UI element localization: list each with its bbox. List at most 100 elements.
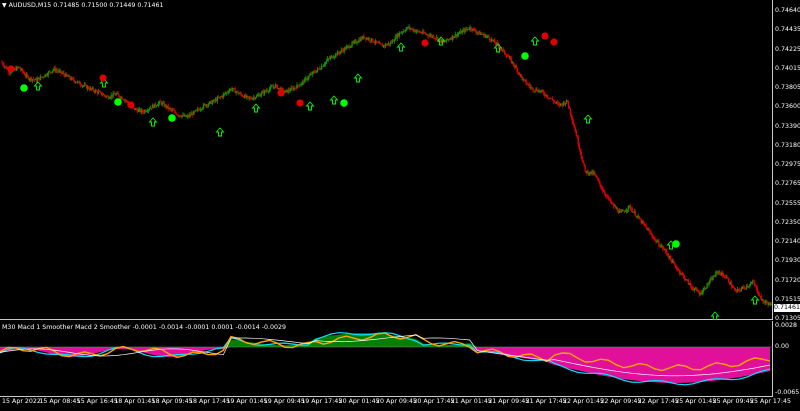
candle-body [200, 109, 203, 110]
buy-arrow-icon [396, 42, 406, 52]
buy-signal-icon [672, 240, 680, 248]
sell-signal-icon [296, 99, 304, 107]
candle-body [375, 40, 378, 43]
candle-body [580, 152, 582, 157]
candle-body [754, 284, 756, 286]
candle-body [109, 97, 111, 99]
candle-body [581, 156, 583, 161]
candle-body [674, 264, 677, 267]
candle-body [46, 75, 48, 76]
candle-body [702, 289, 704, 293]
time-tick-label: 21 Apr 17:45 [525, 398, 567, 405]
macd-positive-area [0, 333, 770, 347]
chart-title: ▼ AUDUSD,M15 0.71485 0.71500 0.71449 0.7… [2, 2, 164, 9]
candle-body [644, 224, 646, 227]
sell-signal-icon [277, 89, 285, 97]
candle-body [569, 108, 572, 114]
candle-body [393, 40, 396, 42]
price-axis[interactable]: 0.74640 0.74435 0.74225 0.74015 0.73805 0.736… [774, 0, 800, 397]
candle-body [520, 74, 522, 77]
chart-menu-triangle-icon[interactable]: ▼ [2, 2, 7, 9]
candle-body [458, 33, 460, 34]
candle-body [372, 38, 374, 42]
candle-body [211, 101, 214, 104]
candle-body [222, 94, 224, 98]
candle-body [252, 98, 254, 100]
candle-body [247, 95, 249, 97]
time-tick-label: 15 Apr 2022 [2, 398, 41, 405]
candle-body [237, 91, 239, 94]
candle-body [523, 79, 525, 80]
candle-body [456, 34, 459, 37]
candle-body [634, 211, 637, 216]
candle-body [602, 189, 604, 192]
candle-body [757, 292, 759, 295]
sell-signal-icon [99, 74, 107, 82]
candle-body [255, 97, 257, 99]
candle-body [309, 75, 311, 77]
buy-signal-icon [20, 84, 28, 92]
candle-body [584, 165, 586, 171]
candle-body [423, 31, 425, 34]
candle-body [557, 103, 560, 105]
candle-body [468, 29, 470, 30]
candle-body [420, 32, 422, 34]
candle-body [324, 62, 327, 65]
candle-body [235, 91, 237, 93]
candle-body [457, 33, 459, 35]
macd-negative-area [0, 347, 770, 383]
candle-body [620, 211, 623, 212]
candle-body [299, 85, 301, 87]
candle-body [350, 45, 352, 48]
candle-body [762, 299, 764, 302]
candle-body [642, 221, 644, 224]
candle-body [115, 93, 117, 96]
candle-body [337, 51, 340, 53]
candle-body [196, 109, 198, 111]
candle-body [573, 124, 576, 129]
indicator-tick-label: -0.0065 [775, 389, 800, 396]
time-axis[interactable]: 15 Apr 2022 15 Apr 08:45 15 Apr 16:45 18 Ap… [0, 397, 791, 411]
candle-body [21, 69, 24, 72]
candle-body [578, 144, 580, 149]
main-price-chart[interactable]: ▼ AUDUSD,M15 0.71485 0.71500 0.71449 0.7… [0, 0, 773, 320]
candle-body [583, 163, 585, 166]
candle-body [390, 42, 393, 44]
indicator-panel[interactable]: M30 Macd 1 Smoother Macd 2 Smoother -0.0… [0, 321, 773, 397]
candle-body [219, 96, 222, 98]
candle-body [224, 93, 226, 95]
time-tick-label: 20 Apr 01:45 [338, 398, 380, 405]
candle-body [453, 36, 456, 38]
candle-body [172, 109, 174, 111]
time-tick-label: 18 Apr 01:45 [114, 398, 156, 405]
candle-body [117, 93, 119, 95]
price-tick-label: 0.74015 [775, 64, 800, 72]
candle-body [353, 41, 355, 43]
candle-body [481, 33, 483, 35]
candle-body [552, 100, 555, 102]
candle-body [596, 176, 598, 179]
candle-body [241, 94, 243, 97]
candle-body [339, 51, 341, 54]
candle-body [566, 100, 569, 102]
candle-body [493, 39, 496, 43]
candle-body [28, 79, 31, 80]
time-tick-label: 22 Apr 09:45 [600, 398, 642, 405]
candle-body [417, 30, 419, 32]
candle-body [103, 94, 105, 96]
price-tick-label: 0.71305 [775, 315, 800, 322]
candle-body [681, 273, 684, 275]
time-tick-label: 22 Apr 01:45 [563, 398, 605, 405]
candle-body [529, 85, 531, 88]
candle-body [734, 289, 737, 291]
candle-body [570, 113, 573, 118]
candle-body [648, 229, 650, 231]
candle-body [181, 115, 183, 117]
candle-body [689, 283, 692, 286]
candle-body [667, 254, 669, 256]
candle-body [125, 99, 127, 101]
candlestick-chart [1, 24, 772, 320]
candle-body [322, 65, 325, 67]
candle-body [405, 28, 407, 31]
price-tick-label: 0.74435 [775, 26, 800, 34]
